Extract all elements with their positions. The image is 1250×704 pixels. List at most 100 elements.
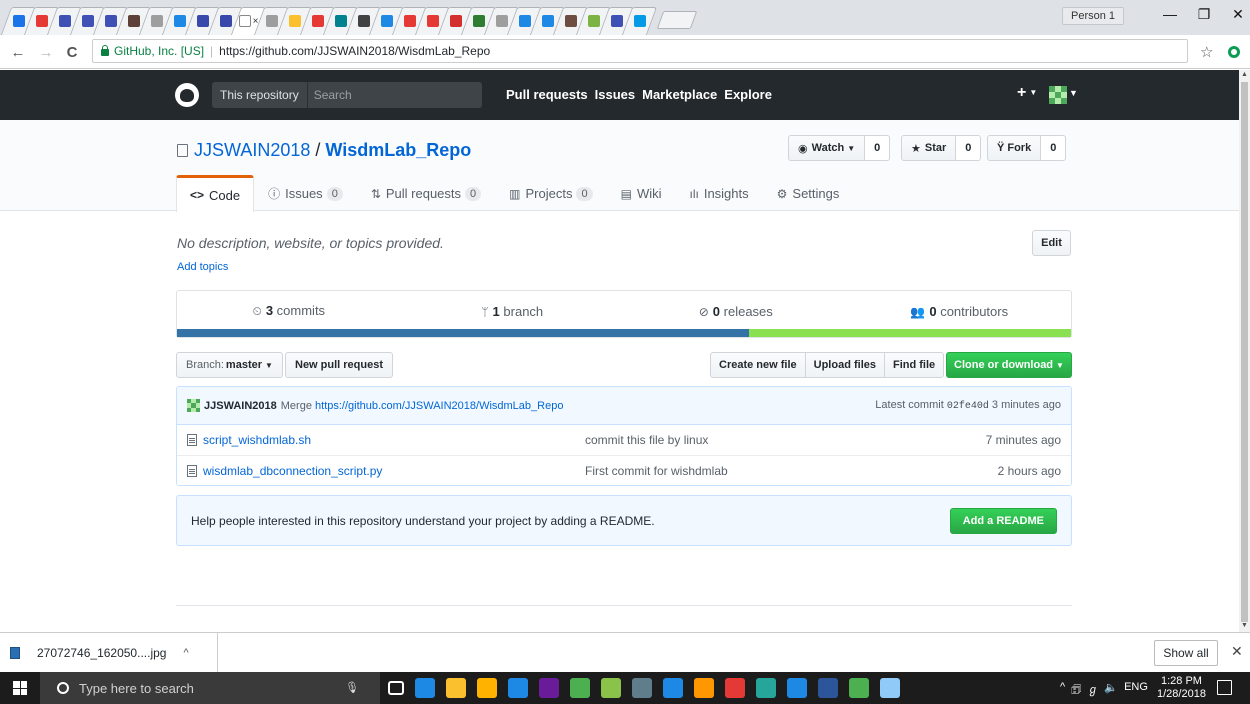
language-segment[interactable]	[177, 329, 750, 337]
header-nav-item[interactable]: Pull requests	[506, 87, 588, 102]
watch-button[interactable]: ◉ Watch ▼	[788, 135, 866, 161]
taskbar-app-icon[interactable]	[539, 678, 559, 698]
window-close-icon[interactable]: ✕	[1226, 6, 1250, 23]
scroll-thumb[interactable]	[1241, 82, 1248, 622]
scroll-up-icon[interactable]: ▲	[1241, 71, 1248, 78]
header-nav-item[interactable]: Issues	[595, 87, 635, 102]
releases-link[interactable]: ⊘ 0 releases	[624, 304, 848, 319]
file-commit-message[interactable]: commit this file by linux	[585, 433, 986, 447]
find-file-button[interactable]: Find file	[883, 352, 945, 378]
header-nav-item[interactable]: Explore	[724, 87, 772, 102]
github-logo-icon[interactable]	[175, 83, 199, 107]
repo-tab[interactable]: ▥ Projects 0	[495, 175, 606, 211]
repo-tab[interactable]: ⚙ Settings	[763, 175, 854, 211]
taskbar-app-icon[interactable]	[601, 678, 621, 698]
avatar-caret-icon[interactable]: ▼	[1069, 88, 1078, 98]
repo-tab[interactable]: ⇅ Pull requests 0	[357, 175, 495, 211]
commit-sha[interactable]: 02fe40d	[947, 401, 989, 412]
taskbar-app-icon[interactable]	[446, 678, 466, 698]
taskbar-app-icon[interactable]	[415, 678, 435, 698]
fork-button[interactable]: Ÿ Fork	[987, 135, 1042, 161]
repo-tab-label: Wiki	[636, 186, 662, 201]
forward-icon[interactable]: →	[38, 44, 54, 61]
file-name-link[interactable]: script_wishdmlab.sh	[203, 433, 311, 447]
branches-link[interactable]: ᛘ1 branch	[401, 304, 625, 319]
repo-tab[interactable]: <> Code	[176, 175, 255, 212]
taskbar-app-icon[interactable]	[818, 678, 838, 698]
page-scrollbar[interactable]: ▲ ▼	[1239, 70, 1250, 632]
scroll-down-icon[interactable]: ▼	[1241, 622, 1248, 629]
extension-icon[interactable]	[1228, 46, 1240, 58]
star-button[interactable]: ★ Star	[901, 135, 957, 161]
taskbar-app-icon[interactable]	[880, 678, 900, 698]
repo-tab[interactable]: ⓘ Issues 0	[254, 175, 357, 211]
commit-message-link[interactable]: https://github.com/JJSWAIN2018/WisdmLab_…	[315, 400, 563, 412]
browser-tab[interactable]	[625, 7, 654, 35]
upload-files-button[interactable]: Upload files	[804, 352, 885, 378]
taskbar-app-icon[interactable]	[787, 678, 807, 698]
clock[interactable]: 1:28 PM 1/28/2018	[1157, 675, 1206, 701]
clone-download-button[interactable]: Clone or download ▼	[946, 352, 1072, 378]
star-count[interactable]: 0	[956, 135, 982, 161]
taskbar-app-icon[interactable]	[570, 678, 590, 698]
tray-icon[interactable]: ℊ	[1087, 681, 1098, 700]
repo-name-link[interactable]: WisdmLab_Repo	[325, 140, 471, 160]
new-pull-request-button[interactable]: New pull request	[285, 352, 394, 378]
tray-icon[interactable]: ^	[1060, 681, 1065, 700]
download-menu-icon[interactable]: ^	[183, 647, 188, 659]
tray-icon[interactable]: 🔈	[1104, 681, 1118, 700]
shelf-close-icon[interactable]: ✕	[1231, 643, 1243, 660]
bookmark-star-icon[interactable]: ☆	[1200, 43, 1213, 61]
contributors-link[interactable]: 👥 0 contributors	[848, 304, 1072, 319]
language-bar[interactable]	[177, 329, 1071, 337]
profile-button[interactable]: Person 1	[1062, 7, 1124, 25]
taskbar-app-icon[interactable]	[725, 678, 745, 698]
add-readme-button[interactable]: Add a README	[949, 507, 1057, 534]
download-item[interactable]: 27072746_162050....jpg ^	[0, 633, 218, 673]
show-all-button[interactable]: Show all	[1154, 640, 1218, 666]
commit-author-link[interactable]: JJSWAIN2018	[204, 400, 277, 412]
header-nav-item[interactable]: Marketplace	[642, 87, 717, 102]
commits-link[interactable]: ⏲ 3 commits	[177, 303, 401, 319]
reload-icon[interactable]: C	[64, 44, 80, 61]
create-new-file-button[interactable]: Create new file	[710, 352, 806, 378]
language-segment[interactable]	[749, 329, 1071, 337]
tab-favicon-icon	[610, 15, 623, 27]
microphone-icon[interactable]: 🎙	[345, 681, 359, 694]
taskbar-app-icon[interactable]	[508, 678, 528, 698]
repo-owner-link[interactable]: JJSWAIN2018	[194, 140, 310, 161]
minimize-icon[interactable]: —	[1158, 6, 1182, 22]
windows-start-icon[interactable]	[13, 681, 27, 695]
back-icon[interactable]: ←	[10, 44, 26, 61]
file-commit-message[interactable]: First commit for wishdmlab	[585, 464, 998, 478]
search-input[interactable]	[307, 88, 478, 102]
add-topics-link[interactable]: Add topics	[177, 261, 228, 273]
fork-count[interactable]: 0	[1041, 135, 1067, 161]
commit-author-avatar[interactable]	[187, 399, 200, 412]
taskbar-app-icon[interactable]	[694, 678, 714, 698]
taskbar-app-icon[interactable]	[477, 678, 497, 698]
new-tab-button[interactable]	[656, 11, 698, 29]
repo-tab[interactable]: ılı Insights	[675, 175, 762, 211]
user-avatar[interactable]	[1049, 86, 1067, 104]
edit-button[interactable]: Edit	[1032, 230, 1071, 256]
address-bar[interactable]: GitHub, Inc. [US] | https://github.com/J…	[92, 39, 1188, 63]
taskbar-app-icon[interactable]	[632, 678, 652, 698]
tab-favicon-icon	[495, 15, 508, 27]
taskbar-app-icon[interactable]	[756, 678, 776, 698]
taskbar-app-icon[interactable]	[849, 678, 869, 698]
notifications-icon[interactable]	[1217, 680, 1232, 695]
repo-header: JJSWAIN2018 / WisdmLab_Repo ◉ Watch ▼ 0 ★ S…	[0, 120, 1239, 212]
watch-count[interactable]: 0	[865, 135, 891, 161]
file-name-link[interactable]: wisdmlab_dbconnection_script.py	[203, 464, 382, 478]
tray-icon[interactable]: 🗊	[1071, 681, 1081, 700]
tray-icon[interactable]: ENG	[1124, 681, 1148, 700]
create-new-button[interactable]: + ▼	[1017, 84, 1037, 102]
repo-tab[interactable]: ▤ Wiki	[607, 175, 676, 211]
taskbar-app-icon[interactable]	[663, 678, 683, 698]
restore-icon[interactable]: ❐	[1192, 6, 1216, 23]
branch-select-button[interactable]: Branch: master ▼	[176, 352, 283, 378]
taskbar-app-icon[interactable]	[388, 681, 404, 695]
taskbar-search[interactable]: Type here to search	[40, 672, 380, 704]
search-box[interactable]: This repository	[212, 82, 482, 108]
